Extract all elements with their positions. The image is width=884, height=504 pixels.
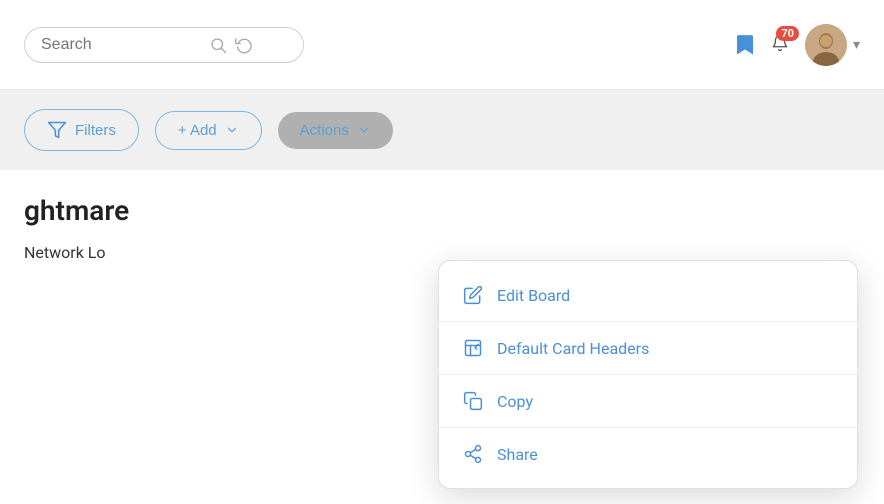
search-icon [209,36,227,54]
history-icon[interactable] [235,36,253,54]
actions-dropdown: Edit Board Default Card Headers Copy [438,260,858,489]
add-label: + Add [178,122,217,139]
notification-bell[interactable]: 70 [771,34,789,56]
header-actions: 70 ▾ [735,24,860,66]
notification-badge: 70 [776,26,799,41]
default-card-headers-icon [463,338,483,358]
dropdown-item-edit-board[interactable]: Edit Board [439,269,857,322]
header: 70 ▾ [0,0,884,90]
share-label: Share [497,445,538,464]
dropdown-item-default-card-headers[interactable]: Default Card Headers [439,322,857,375]
actions-chevron-icon [357,123,371,137]
avatar-wrapper[interactable]: ▾ [805,24,860,66]
avatar-image [805,24,847,66]
add-button[interactable]: + Add [155,111,262,150]
search-bar[interactable] [24,27,304,63]
chevron-down-icon: ▾ [853,37,860,53]
page-title: ghtmare [24,194,860,227]
filters-button[interactable]: Filters [24,109,139,151]
avatar [805,24,847,66]
search-input[interactable] [41,36,201,54]
filter-icon [47,120,67,140]
network-label: Network Lo [24,243,106,262]
edit-board-label: Edit Board [497,286,570,305]
filters-label: Filters [75,122,116,139]
dropdown-item-share[interactable]: Share [439,428,857,480]
share-icon [463,444,483,464]
main-content: ghtmare Network Lo Edit Board Default Ca… [0,170,884,504]
add-chevron-icon [225,123,239,137]
edit-board-icon [463,285,483,305]
default-card-headers-label: Default Card Headers [497,339,649,358]
actions-label: Actions [300,122,349,139]
toolbar: Filters + Add Actions [0,90,884,170]
copy-label: Copy [497,392,533,411]
bookmark-icon[interactable] [735,34,755,56]
actions-button[interactable]: Actions [278,112,393,149]
dropdown-item-copy[interactable]: Copy [439,375,857,428]
copy-icon [463,391,483,411]
